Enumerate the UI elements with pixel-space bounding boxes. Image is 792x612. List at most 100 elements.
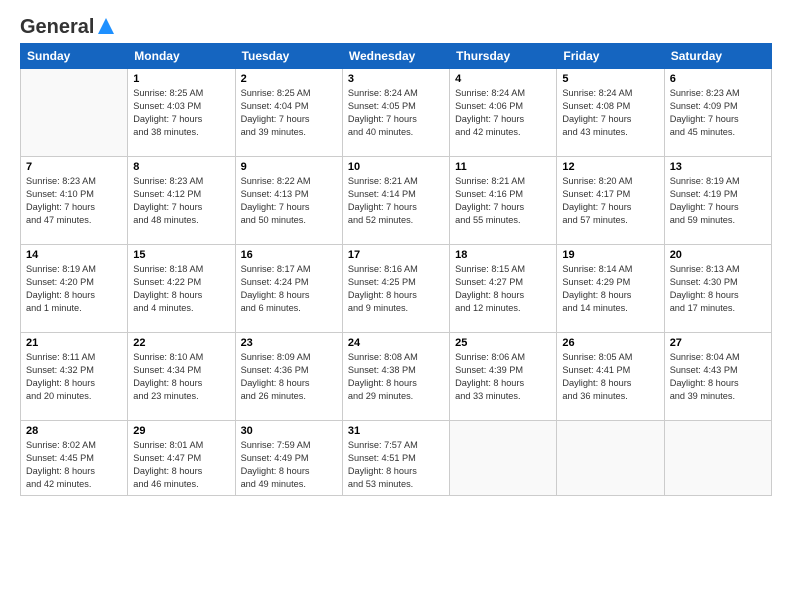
cell-info: Sunrise: 8:17 AMSunset: 4:24 PMDaylight:…: [241, 263, 337, 315]
calendar-cell: 13 Sunrise: 8:19 AMSunset: 4:19 PMDayligh…: [664, 157, 771, 245]
calendar-cell: 20 Sunrise: 8:13 AMSunset: 4:30 PMDayligh…: [664, 245, 771, 333]
calendar-cell: 22 Sunrise: 8:10 AMSunset: 4:34 PMDayligh…: [128, 333, 235, 421]
calendar-cell: 15 Sunrise: 8:18 AMSunset: 4:22 PMDayligh…: [128, 245, 235, 333]
cell-info: Sunrise: 8:09 AMSunset: 4:36 PMDaylight:…: [241, 351, 337, 403]
calendar-cell: 30Sunrise: 7:59 AMSunset: 4:49 PMDayligh…: [235, 421, 342, 496]
date-number: 3: [348, 73, 444, 85]
calendar-cell: 26 Sunrise: 8:05 AMSunset: 4:41 PMDayligh…: [557, 333, 664, 421]
cell-info: Sunrise: 8:18 AMSunset: 4:22 PMDaylight:…: [133, 263, 229, 315]
cell-info: Sunrise: 8:24 AMSunset: 4:05 PMDaylight:…: [348, 87, 444, 139]
day-header-friday: Friday: [557, 44, 664, 69]
calendar-cell: 27 Sunrise: 8:04 AMSunset: 4:43 PMDayligh…: [664, 333, 771, 421]
date-number: 26: [562, 337, 658, 349]
date-number: 11: [455, 161, 551, 173]
calendar-cell: 12 Sunrise: 8:20 AMSunset: 4:17 PMDayligh…: [557, 157, 664, 245]
date-number: 29: [133, 425, 229, 437]
date-number: 22: [133, 337, 229, 349]
calendar-cell: [450, 421, 557, 496]
cell-info: Sunrise: 8:02 AMSunset: 4:45 PMDaylight:…: [26, 439, 122, 491]
cell-info: Sunrise: 8:23 AMSunset: 4:12 PMDaylight:…: [133, 175, 229, 227]
logo-icon: [96, 16, 116, 36]
date-number: 21: [26, 337, 122, 349]
date-number: 27: [670, 337, 766, 349]
cell-info: Sunrise: 8:04 AMSunset: 4:43 PMDaylight:…: [670, 351, 766, 403]
date-number: 25: [455, 337, 551, 349]
date-number: 31: [348, 425, 444, 437]
cell-info: Sunrise: 8:06 AMSunset: 4:39 PMDaylight:…: [455, 351, 551, 403]
cell-info: Sunrise: 8:08 AMSunset: 4:38 PMDaylight:…: [348, 351, 444, 403]
calendar-cell: 4 Sunrise: 8:24 AMSunset: 4:06 PMDaylight…: [450, 69, 557, 157]
cell-info: Sunrise: 8:15 AMSunset: 4:27 PMDaylight:…: [455, 263, 551, 315]
logo-general: General: [20, 16, 94, 39]
cell-info: Sunrise: 7:57 AMSunset: 4:51 PMDaylight:…: [348, 439, 444, 491]
calendar-cell: 23 Sunrise: 8:09 AMSunset: 4:36 PMDayligh…: [235, 333, 342, 421]
day-header-monday: Monday: [128, 44, 235, 69]
calendar-cell: 9 Sunrise: 8:22 AMSunset: 4:13 PMDaylight…: [235, 157, 342, 245]
cell-info: Sunrise: 8:25 AMSunset: 4:04 PMDaylight:…: [241, 87, 337, 139]
header: General: [20, 16, 772, 35]
date-number: 18: [455, 249, 551, 261]
calendar-cell: 7 Sunrise: 8:23 AMSunset: 4:10 PMDaylight…: [21, 157, 128, 245]
date-number: 30: [241, 425, 337, 437]
cell-info: Sunrise: 8:14 AMSunset: 4:29 PMDaylight:…: [562, 263, 658, 315]
cell-info: Sunrise: 8:01 AMSunset: 4:47 PMDaylight:…: [133, 439, 229, 491]
day-header-tuesday: Tuesday: [235, 44, 342, 69]
cell-info: Sunrise: 8:24 AMSunset: 4:06 PMDaylight:…: [455, 87, 551, 139]
date-number: 20: [670, 249, 766, 261]
cell-info: Sunrise: 8:23 AMSunset: 4:10 PMDaylight:…: [26, 175, 122, 227]
calendar-cell: 25 Sunrise: 8:06 AMSunset: 4:39 PMDayligh…: [450, 333, 557, 421]
date-number: 4: [455, 73, 551, 85]
cell-info: Sunrise: 8:23 AMSunset: 4:09 PMDaylight:…: [670, 87, 766, 139]
date-number: 10: [348, 161, 444, 173]
date-number: 14: [26, 249, 122, 261]
date-number: 23: [241, 337, 337, 349]
calendar-cell: [664, 421, 771, 496]
date-number: 2: [241, 73, 337, 85]
calendar-cell: 10Sunrise: 8:21 AMSunset: 4:14 PMDayligh…: [342, 157, 449, 245]
date-number: 12: [562, 161, 658, 173]
calendar-cell: 16 Sunrise: 8:17 AMSunset: 4:24 PMDayligh…: [235, 245, 342, 333]
date-number: 1: [133, 73, 229, 85]
page-container: General SundayMondayTuesdayWednesdayThur…: [0, 0, 792, 506]
calendar-cell: 28 Sunrise: 8:02 AMSunset: 4:45 PMDayligh…: [21, 421, 128, 496]
calendar-cell: 11 Sunrise: 8:21 AMSunset: 4:16 PMDayligh…: [450, 157, 557, 245]
day-header-sunday: Sunday: [21, 44, 128, 69]
calendar-cell: 5 Sunrise: 8:24 AMSunset: 4:08 PMDaylight…: [557, 69, 664, 157]
calendar-cell: 18 Sunrise: 8:15 AMSunset: 4:27 PMDayligh…: [450, 245, 557, 333]
cell-info: Sunrise: 8:05 AMSunset: 4:41 PMDaylight:…: [562, 351, 658, 403]
calendar-cell: [557, 421, 664, 496]
cell-info: Sunrise: 8:10 AMSunset: 4:34 PMDaylight:…: [133, 351, 229, 403]
cell-info: Sunrise: 8:11 AMSunset: 4:32 PMDaylight:…: [26, 351, 122, 403]
calendar-cell: 6 Sunrise: 8:23 AMSunset: 4:09 PMDaylight…: [664, 69, 771, 157]
calendar-cell: 24Sunrise: 8:08 AMSunset: 4:38 PMDayligh…: [342, 333, 449, 421]
date-number: 7: [26, 161, 122, 173]
date-number: 13: [670, 161, 766, 173]
day-header-wednesday: Wednesday: [342, 44, 449, 69]
cell-info: Sunrise: 8:21 AMSunset: 4:16 PMDaylight:…: [455, 175, 551, 227]
date-number: 5: [562, 73, 658, 85]
calendar-cell: 8 Sunrise: 8:23 AMSunset: 4:12 PMDaylight…: [128, 157, 235, 245]
cell-info: Sunrise: 8:20 AMSunset: 4:17 PMDaylight:…: [562, 175, 658, 227]
date-number: 16: [241, 249, 337, 261]
cell-info: Sunrise: 8:16 AMSunset: 4:25 PMDaylight:…: [348, 263, 444, 315]
date-number: 8: [133, 161, 229, 173]
date-number: 9: [241, 161, 337, 173]
cell-info: Sunrise: 8:13 AMSunset: 4:30 PMDaylight:…: [670, 263, 766, 315]
date-number: 28: [26, 425, 122, 437]
calendar-cell: 31 Sunrise: 7:57 AMSunset: 4:51 PMDayligh…: [342, 421, 449, 496]
cell-info: Sunrise: 8:24 AMSunset: 4:08 PMDaylight:…: [562, 87, 658, 139]
calendar-table: SundayMondayTuesdayWednesdayThursdayFrid…: [20, 43, 772, 496]
cell-info: Sunrise: 8:19 AMSunset: 4:19 PMDaylight:…: [670, 175, 766, 227]
calendar-cell: 14 Sunrise: 8:19 AMSunset: 4:20 PMDayligh…: [21, 245, 128, 333]
cell-info: Sunrise: 8:19 AMSunset: 4:20 PMDaylight:…: [26, 263, 122, 315]
calendar-cell: 3 Sunrise: 8:24 AMSunset: 4:05 PMDaylight…: [342, 69, 449, 157]
calendar-cell: 1 Sunrise: 8:25 AMSunset: 4:03 PMDaylight…: [128, 69, 235, 157]
date-number: 17: [348, 249, 444, 261]
cell-info: Sunrise: 8:22 AMSunset: 4:13 PMDaylight:…: [241, 175, 337, 227]
cell-info: Sunrise: 8:25 AMSunset: 4:03 PMDaylight:…: [133, 87, 229, 139]
date-number: 6: [670, 73, 766, 85]
calendar-cell: 29 Sunrise: 8:01 AMSunset: 4:47 PMDayligh…: [128, 421, 235, 496]
calendar-cell: 19Sunrise: 8:14 AMSunset: 4:29 PMDayligh…: [557, 245, 664, 333]
day-header-saturday: Saturday: [664, 44, 771, 69]
date-number: 15: [133, 249, 229, 261]
